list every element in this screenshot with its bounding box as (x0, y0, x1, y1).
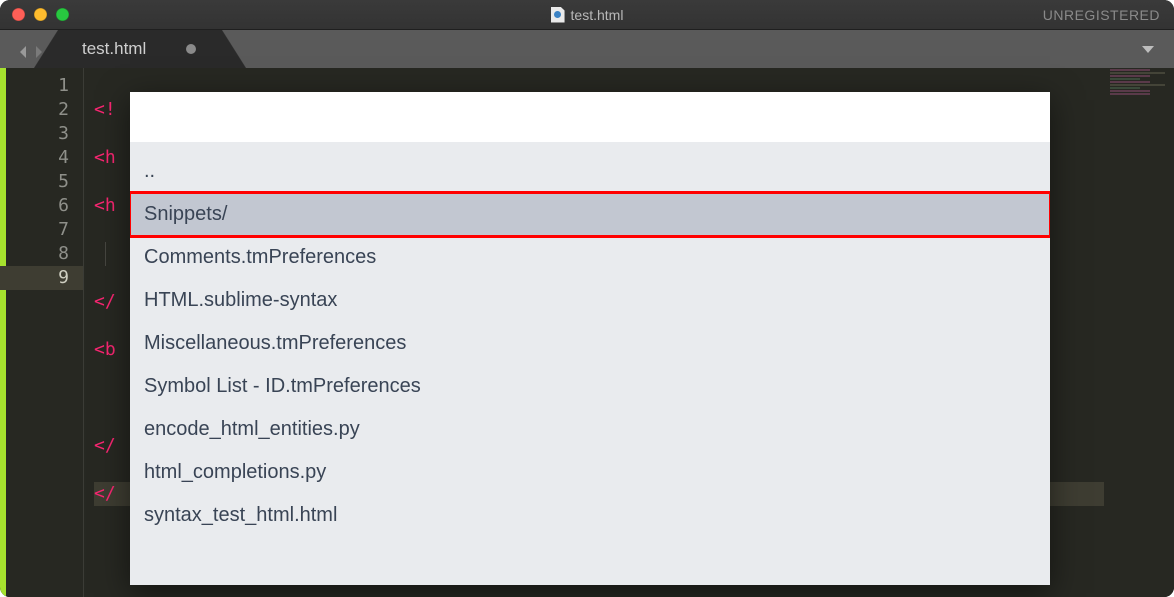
tab-bar: test.html (0, 30, 1174, 68)
list-item-label: encode_html_entities.py (144, 418, 360, 440)
window-title-text: test.html (571, 7, 624, 23)
close-window-button[interactable] (12, 8, 25, 21)
app-window: test.html UNREGISTERED test.html 1 2 3 4 (0, 0, 1174, 597)
quick-panel: .. Snippets/ Comments.tmPreferences HTML… (130, 92, 1050, 585)
line-number: 7 (6, 218, 69, 242)
list-item-label: html_completions.py (144, 461, 326, 483)
list-item-label: .. (144, 160, 155, 182)
line-number: 6 (6, 194, 69, 218)
quick-panel-input[interactable] (130, 92, 1050, 142)
tab-test-html[interactable]: test.html (58, 30, 222, 68)
code-text: <! (94, 99, 116, 120)
code-text: </ (94, 291, 116, 312)
list-item[interactable]: html_completions.py (130, 451, 1050, 494)
list-item[interactable]: Comments.tmPreferences (130, 236, 1050, 279)
list-item-label: HTML.sublime-syntax (144, 289, 337, 311)
line-number: 4 (6, 146, 69, 170)
window-controls (12, 8, 69, 21)
list-item-label: Miscellaneous.tmPreferences (144, 332, 406, 354)
list-item[interactable]: Snippets/ (130, 193, 1050, 236)
list-item[interactable]: .. (130, 150, 1050, 193)
list-item[interactable]: HTML.sublime-syntax (130, 279, 1050, 322)
tab-label: test.html (82, 39, 146, 59)
line-number: 3 (6, 122, 69, 146)
registration-status: UNREGISTERED (1043, 0, 1160, 29)
quick-panel-list: .. Snippets/ Comments.tmPreferences HTML… (130, 142, 1050, 585)
minimap[interactable] (1104, 68, 1174, 597)
line-number: 5 (6, 170, 69, 194)
tab-overflow-button[interactable] (1140, 42, 1156, 61)
list-item[interactable]: encode_html_entities.py (130, 408, 1050, 451)
list-item[interactable]: syntax_test_html.html (130, 494, 1050, 537)
nav-back-button[interactable] (16, 44, 30, 60)
code-text: <h (94, 195, 116, 216)
minimize-window-button[interactable] (34, 8, 47, 21)
line-number-gutter: 1 2 3 4 5 6 7 8 9 (6, 68, 84, 597)
list-item-label: Comments.tmPreferences (144, 246, 376, 268)
dirty-indicator-icon (186, 44, 196, 54)
code-text: </ (94, 435, 116, 456)
code-text: <h (94, 147, 116, 168)
list-item[interactable]: Miscellaneous.tmPreferences (130, 322, 1050, 365)
window-title: test.html (0, 0, 1174, 29)
code-text: </ (94, 483, 116, 504)
list-item[interactable]: Symbol List - ID.tmPreferences (130, 365, 1050, 408)
line-number: 8 (6, 242, 69, 266)
indent-guide (105, 242, 106, 266)
list-item-label: Snippets/ (144, 203, 227, 225)
line-number: 9 (0, 266, 83, 290)
zoom-window-button[interactable] (56, 8, 69, 21)
code-text: <b (94, 339, 116, 360)
line-number: 2 (6, 98, 69, 122)
list-item-label: Symbol List - ID.tmPreferences (144, 375, 421, 397)
file-icon (551, 7, 565, 23)
titlebar: test.html UNREGISTERED (0, 0, 1174, 30)
list-item-label: syntax_test_html.html (144, 504, 337, 526)
line-number: 1 (6, 74, 69, 98)
